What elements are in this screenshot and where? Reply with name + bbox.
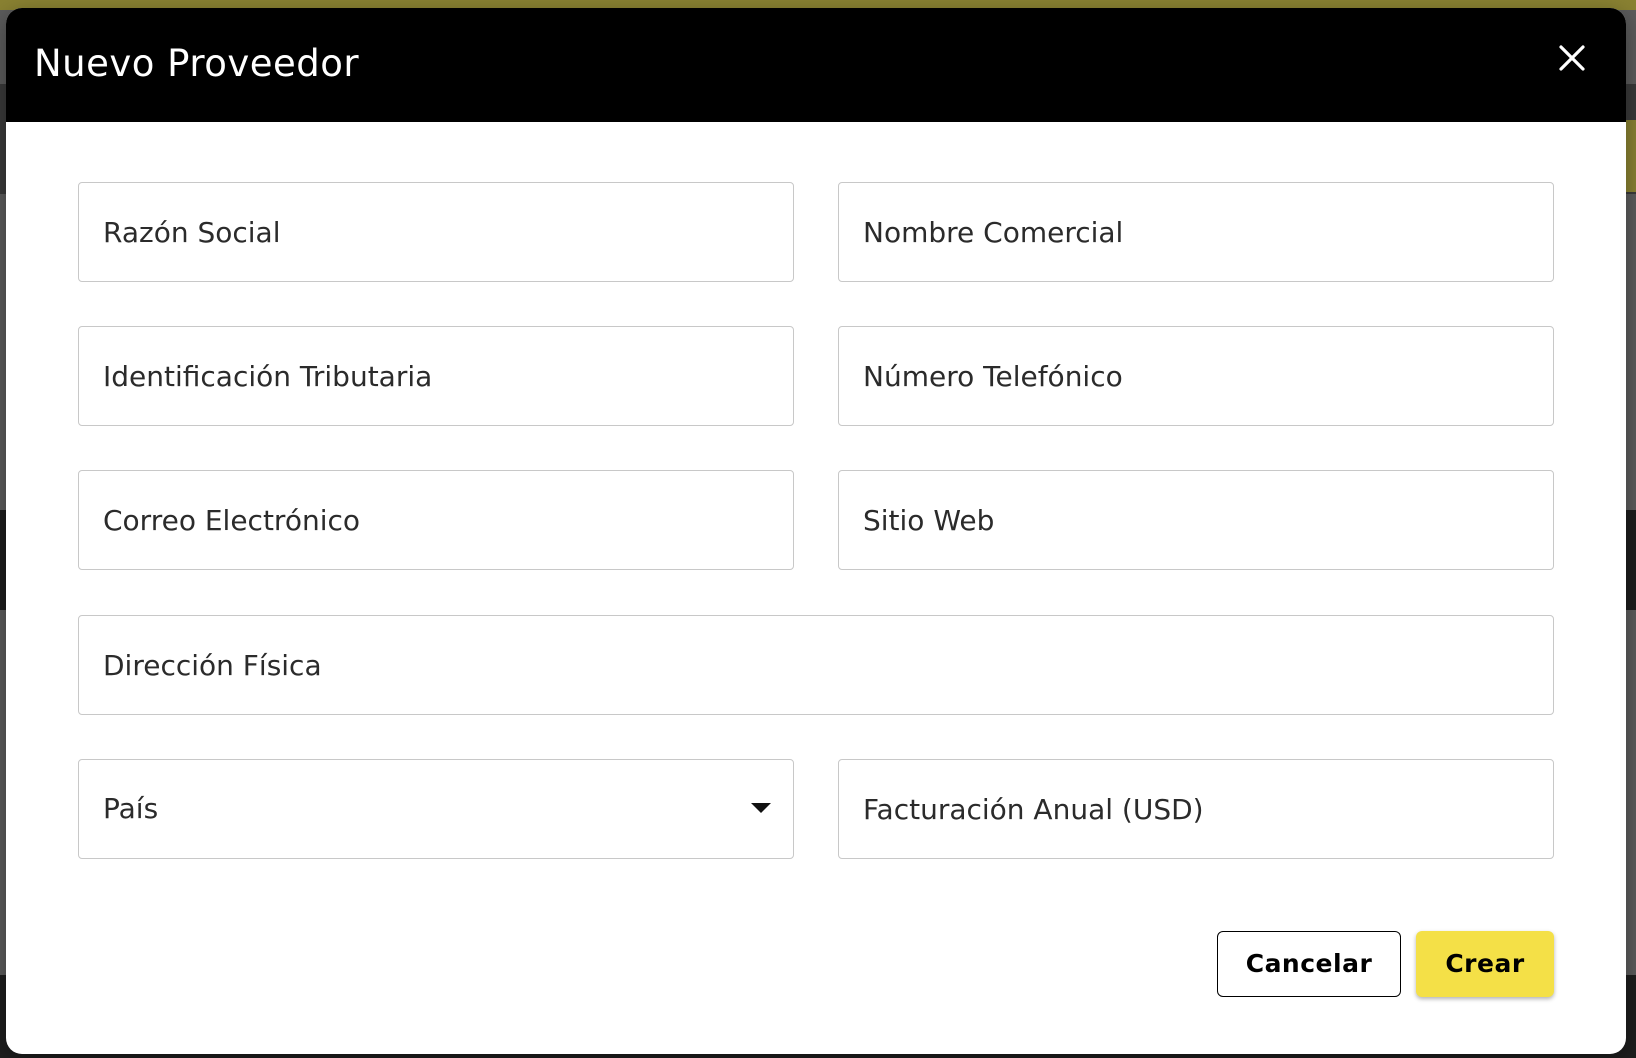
facturacion-anual-input[interactable] [839, 760, 1553, 858]
new-supplier-dialog: Nuevo Proveedor País Cancelar Crear [6, 8, 1626, 1054]
dialog-header: Nuevo Proveedor [6, 8, 1626, 122]
pais-select[interactable]: País [78, 759, 794, 859]
facturacion-anual-field[interactable] [838, 759, 1554, 859]
nombre-comercial-input[interactable] [839, 183, 1553, 281]
numero-telefonico-field[interactable] [838, 326, 1554, 426]
cancel-button[interactable]: Cancelar [1217, 931, 1401, 997]
create-button[interactable]: Crear [1416, 931, 1554, 997]
razon-social-field[interactable] [78, 182, 794, 282]
close-icon [1559, 45, 1585, 71]
sitio-web-field[interactable] [838, 470, 1554, 570]
correo-electronico-input[interactable] [79, 471, 793, 569]
identificacion-tributaria-input[interactable] [79, 327, 793, 425]
sitio-web-input[interactable] [839, 471, 1553, 569]
dialog-title: Nuevo Proveedor [34, 42, 360, 85]
chevron-down-icon [751, 803, 771, 813]
correo-electronico-field[interactable] [78, 470, 794, 570]
numero-telefonico-input[interactable] [839, 327, 1553, 425]
direccion-fisica-input[interactable] [79, 616, 1553, 714]
close-button[interactable] [1552, 38, 1592, 78]
razon-social-input[interactable] [79, 183, 793, 281]
nombre-comercial-field[interactable] [838, 182, 1554, 282]
direccion-fisica-field[interactable] [78, 615, 1554, 715]
pais-select-label: País [103, 792, 159, 825]
identificacion-tributaria-field[interactable] [78, 326, 794, 426]
